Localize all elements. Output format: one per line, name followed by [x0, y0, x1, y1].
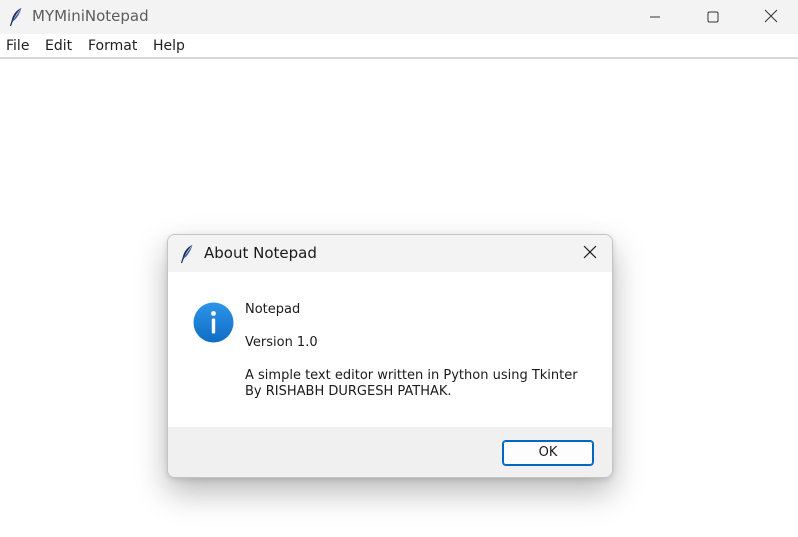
dialog-title: About Notepad — [204, 244, 317, 262]
about-version: Version 1.0 — [245, 335, 318, 350]
title-bar[interactable]: MYMiniNotepad — [0, 0, 798, 34]
about-description: A simple text editor written in Python u… — [245, 368, 578, 383]
about-heading: Notepad — [245, 302, 301, 317]
menu-help[interactable]: Help — [153, 38, 185, 54]
menu-edit[interactable]: Edit — [45, 38, 72, 54]
feather-icon — [180, 244, 194, 264]
dialog-close-button[interactable] — [568, 235, 612, 272]
dialog-footer: OK — [168, 427, 612, 477]
menu-file[interactable]: File — [6, 38, 29, 54]
menu-bar: File Edit Format Help — [0, 34, 798, 59]
dialog-title-bar[interactable]: About Notepad — [168, 235, 612, 272]
window-title: MYMiniNotepad — [32, 7, 149, 25]
maximize-button[interactable] — [684, 0, 742, 34]
maximize-icon — [707, 8, 719, 27]
about-dialog: About Notepad Notepad Version 1.0 A simp… — [167, 234, 613, 478]
close-icon — [764, 8, 778, 27]
feather-icon — [9, 7, 23, 27]
close-button[interactable] — [742, 0, 798, 34]
menu-format[interactable]: Format — [88, 38, 137, 54]
info-icon — [193, 302, 234, 343]
minimize-button[interactable] — [626, 0, 684, 34]
ok-button[interactable]: OK — [502, 440, 594, 466]
dialog-body: Notepad Version 1.0 A simple text editor… — [168, 272, 612, 427]
minimize-icon — [649, 8, 661, 27]
notepad-window: MYMiniNotepad File Edit Format Help Abou… — [0, 0, 798, 537]
about-author: By RISHABH DURGESH PATHAK. — [245, 384, 452, 399]
close-icon — [583, 244, 597, 263]
